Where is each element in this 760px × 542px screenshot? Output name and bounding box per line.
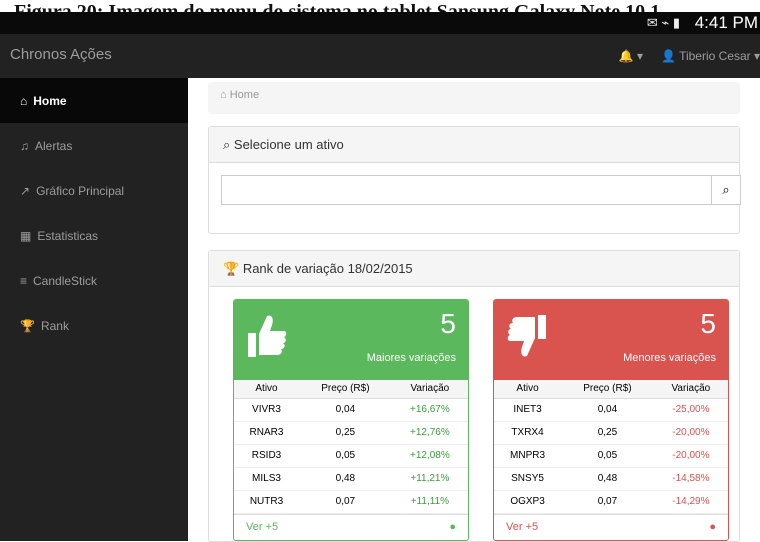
top-label: Maiores variações <box>366 352 456 364</box>
sidebar-item-grafico[interactable]: ↗ Gráfico Principal <box>0 168 188 213</box>
user-name: Tiberio Cesar <box>679 49 751 63</box>
status-time: 4:41 PM <box>694 13 758 32</box>
table-row[interactable]: MNPR3 0,05 -20,00% <box>494 444 728 468</box>
table-row[interactable]: RNAR3 0,25 +12,76% <box>234 421 468 445</box>
line-chart-icon: ↗ <box>20 183 31 198</box>
thumbs-down-icon <box>507 315 546 357</box>
table-row[interactable]: INET3 0,04 -25,00% <box>494 398 728 422</box>
search-icon: ⌕ <box>722 182 730 197</box>
top-count: 5 <box>440 308 456 339</box>
top-variations-header: 5 Maiores variações <box>234 300 468 380</box>
navbar-right: 🔔 ▾ 👤 Tiberio Cesar ▾ <box>619 49 760 63</box>
bottom-label: Menores variações <box>623 352 716 364</box>
table-row[interactable]: NUTR3 0,07 +11,11% <box>234 490 468 514</box>
search-button[interactable]: ⌕ <box>711 175 741 205</box>
arrow-circle-icon: ● <box>709 521 716 533</box>
arrow-circle-icon: ● <box>449 521 456 533</box>
table-row[interactable]: TXRX4 0,25 -20,00% <box>494 421 728 445</box>
bottom-variations-header: 5 Menores variações <box>494 300 728 380</box>
main-content: ⌂ Home ⌕ Selecione um ativo ⌕ 🏆 Rank de … <box>188 78 760 542</box>
bottom-variations-table: Ativo Preço (R$) Variação INET3 0,04 -25,00%… <box>494 380 728 514</box>
thumbs-up-icon <box>248 315 287 357</box>
bottom-variations-card: 5 Menores variações Ativo Preço (R$) Varia… <box>493 299 729 541</box>
bottom-count: 5 <box>700 308 716 339</box>
sidebar-item-rank[interactable]: 🏆 Rank <box>0 303 188 348</box>
search-panel-title: ⌕ Selecione um ativo <box>209 127 739 163</box>
table-icon: ▦ <box>20 228 32 243</box>
top-variations-card: 5 Maiores variações Ativo Preço (R$) Varia… <box>233 299 469 541</box>
android-status-bar: ✉ ⌁ ▮ 4:41 PM <box>0 12 760 34</box>
top-variations-table: Ativo Preço (R$) Variação VIVR3 0,04 +16,67%… <box>234 380 468 514</box>
sidebar-item-estatisticas[interactable]: ▦ Estatisticas <box>0 213 188 258</box>
sliders-icon: ≡ <box>20 273 28 288</box>
top-view-more[interactable]: Ver +5 ● <box>234 513 468 540</box>
search-row: ⌕ <box>221 175 741 205</box>
table-row[interactable]: SNSY5 0,48 -14,58% <box>494 467 728 491</box>
breadcrumb-home[interactable]: Home <box>230 89 259 101</box>
table-row[interactable]: OGXP3 0,07 -14,29% <box>494 490 728 514</box>
home-icon: ⌂ <box>20 93 28 108</box>
asset-search-input[interactable] <box>221 175 711 205</box>
search-panel: ⌕ Selecione um ativo ⌕ <box>208 126 741 234</box>
home-icon: ⌂ <box>220 89 227 101</box>
breadcrumb: ⌂ Home <box>208 82 740 114</box>
notifications-menu[interactable]: 🔔 ▾ <box>619 49 643 63</box>
rank-panel-title: 🏆 Rank de variação 18/02/2015 <box>209 251 739 287</box>
app-brand[interactable]: Chronos Ações <box>10 46 112 63</box>
sidebar: ⌂ Home ♫ Alertas ↗ Gráfico Principal ▦ Estat… <box>0 78 188 541</box>
table-row[interactable]: RSID3 0,05 +12,08% <box>234 444 468 468</box>
bell-icon: ♫ <box>20 138 29 153</box>
status-icons: ✉ ⌁ ▮ <box>646 15 680 30</box>
sidebar-item-home[interactable]: ⌂ Home <box>0 78 188 123</box>
rank-panel: 🏆 Rank de variação 18/02/2015 5 Maiores … <box>208 250 740 542</box>
bottom-view-more[interactable]: Ver +5 ● <box>494 513 728 540</box>
top-navbar: Chronos Ações 🔔 ▾ 👤 Tiberio Cesar ▾ <box>0 34 760 78</box>
trophy-icon: 🏆 <box>20 318 35 333</box>
table-row[interactable]: MILS3 0,48 +11,21% <box>234 467 468 491</box>
sidebar-item-alertas[interactable]: ♫ Alertas <box>0 123 188 168</box>
table-row[interactable]: VIVR3 0,04 +16,67% <box>234 398 468 422</box>
sidebar-item-candlestick[interactable]: ≡ CandleStick <box>0 258 188 303</box>
user-menu[interactable]: 👤 Tiberio Cesar ▾ <box>661 49 760 63</box>
